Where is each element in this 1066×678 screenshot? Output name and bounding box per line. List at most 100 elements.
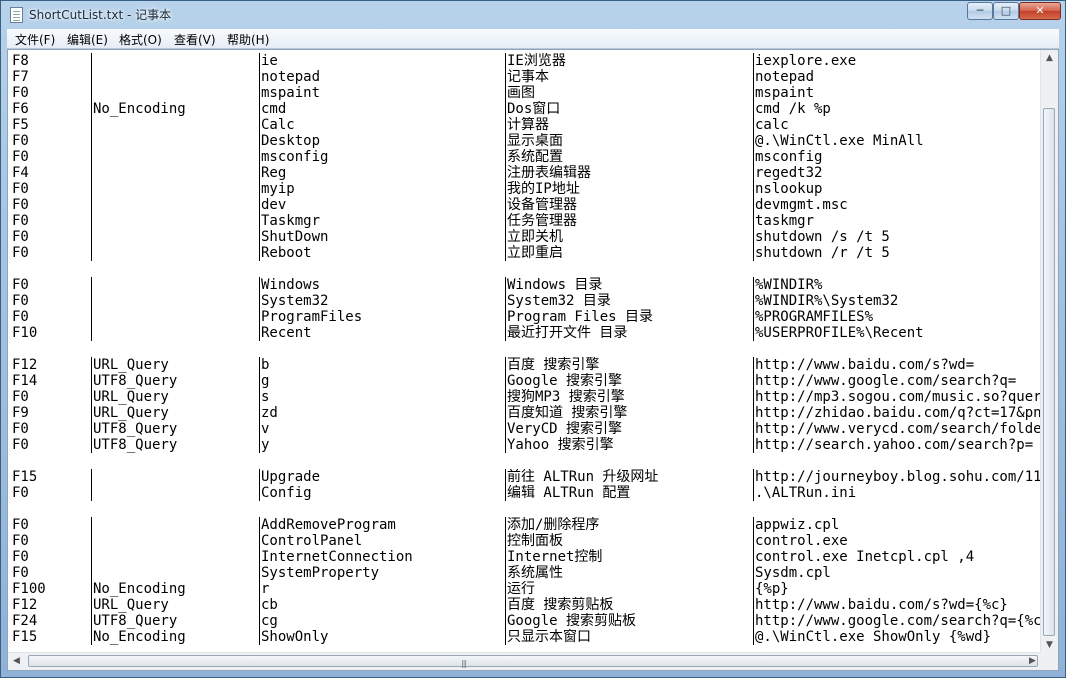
text-line[interactable]: F0 InternetConnection Internet控制 control.ex… [12, 549, 1042, 565]
text-line[interactable]: F0 ShutDown 立即关机 shutdown /s /t 5 [12, 229, 1042, 245]
text-line[interactable]: F0 System32 System32 目录 %WINDIR%\System32 [12, 293, 1042, 309]
line-hotkey: F0 [12, 229, 29, 245]
text-line[interactable]: F12 URL_Query b 百度 搜索引擎 http://www.baidu.com… [12, 357, 1042, 373]
horizontal-scrollbar[interactable]: ◀ ||| ▶ [8, 652, 1041, 670]
line-shortcut: Recent [259, 325, 506, 341]
notepad-app-icon[interactable] [10, 7, 23, 23]
blank-line[interactable] [12, 501, 1042, 517]
menu-edit[interactable]: 编辑(E) [67, 31, 108, 48]
line-description: 编辑 ALTRun 配置 [505, 485, 752, 501]
line-shortcut: g [259, 373, 506, 389]
text-line[interactable]: F15 No_Encoding ShowOnly 只显示本窗口 @.\WinCtl.ex… [12, 629, 1042, 645]
text-line[interactable]: F7 notepad 记事本 notepad [12, 69, 1042, 85]
menu-view[interactable]: 查看(V) [174, 31, 216, 48]
maximize-button[interactable]: □ [993, 2, 1019, 20]
text-line[interactable]: F0 myip 我的IP地址 nslookup [12, 181, 1042, 197]
text-line[interactable]: F9 URL_Query zd 百度知道 搜索引擎 http://zhidao.baid… [12, 405, 1042, 421]
vertical-scroll-thumb[interactable] [1043, 108, 1055, 636]
text-line[interactable]: F0 mspaint 画图 mspaint [12, 85, 1042, 101]
text-line[interactable]: F0 SystemProperty 系统属性 Sysdm.cpl [12, 565, 1042, 581]
minimize-button[interactable]: ─ [967, 2, 993, 20]
menu-bar: 文件(F) 编辑(E) 格式(O) 查看(V) 帮助(H) [7, 29, 1059, 49]
text-line[interactable]: F0 Desktop 显示桌面 @.\WinCtl.exe MinAll [12, 133, 1042, 149]
line-encoding [91, 53, 260, 69]
line-hotkey: F0 [12, 533, 29, 549]
line-encoding [91, 325, 260, 341]
text-line[interactable]: F0 AddRemoveProgram 添加/删除程序 appwiz.cpl [12, 517, 1042, 533]
line-command: control.exe [753, 533, 1042, 549]
line-description: 立即重启 [505, 245, 752, 261]
text-line[interactable]: F4 Reg 注册表编辑器 regedt32 [12, 165, 1042, 181]
vertical-scrollbar[interactable]: ▲ ▼ [1040, 50, 1058, 654]
line-shortcut: InternetConnection [259, 549, 506, 565]
line-shortcut: System32 [259, 293, 506, 309]
line-description: 画图 [505, 85, 752, 101]
line-hotkey: F0 [12, 549, 29, 565]
line-shortcut: notepad [259, 69, 506, 85]
text-line[interactable]: F0 Taskmgr 任务管理器 taskmgr [12, 213, 1042, 229]
blank-line[interactable] [12, 261, 1042, 277]
line-description: 百度知道 搜索引擎 [505, 405, 752, 421]
text-line[interactable]: F8 ie IE浏览器 iexplore.exe [12, 53, 1042, 69]
line-shortcut: Upgrade [259, 469, 506, 485]
blank-line[interactable] [12, 453, 1042, 469]
line-shortcut: Config [259, 485, 506, 501]
line-hotkey: F0 [12, 421, 29, 437]
text-line[interactable]: F14 UTF8_Query g Google 搜索引擎 http://www.goog… [12, 373, 1042, 389]
line-encoding [91, 565, 260, 581]
line-command: nslookup [753, 181, 1042, 197]
line-encoding: URL_Query [91, 597, 260, 613]
line-shortcut: Reg [259, 165, 506, 181]
text-line[interactable]: F0 Config 编辑 ALTRun 配置 .\ALTRun.ini [12, 485, 1042, 501]
text-line[interactable]: F10 Recent 最近打开文件 目录 %USERPROFILE%\Recent [12, 325, 1042, 341]
text-content[interactable]: F8 ie IE浏览器 iexplore.exe F7 notepad 记事本 notepad… [12, 53, 1042, 653]
horizontal-scroll-thumb[interactable]: ||| [28, 655, 1038, 668]
text-line[interactable]: F5 Calc 计算器 calc [12, 117, 1042, 133]
text-line[interactable]: F0 UTF8_Query y Yahoo 搜索引擎 http://search.yah… [12, 437, 1042, 453]
line-shortcut: b [259, 357, 506, 373]
notepad-window: ShortCutList.txt - 记事本 ─ □ ✕ 文件(F) 编辑(E)… [0, 0, 1066, 678]
line-shortcut: Calc [259, 117, 506, 133]
line-encoding: URL_Query [91, 389, 260, 405]
menu-file[interactable]: 文件(F) [15, 31, 55, 48]
text-line[interactable]: F6 No_Encoding cmd Dos窗口 cmd /k %p [12, 101, 1042, 117]
line-hotkey: F9 [12, 405, 29, 421]
line-description: 控制面板 [505, 533, 752, 549]
line-description: Google 搜索剪贴板 [505, 613, 752, 629]
close-button[interactable]: ✕ [1019, 2, 1061, 20]
line-command: msconfig [753, 149, 1042, 165]
blank-line[interactable] [12, 341, 1042, 357]
line-shortcut: ProgramFiles [259, 309, 506, 325]
scroll-left-icon[interactable]: ◀ [8, 653, 25, 670]
line-command: http://www.google.com/search?q={%c} [753, 613, 1042, 629]
line-shortcut: Reboot [259, 245, 506, 261]
text-line[interactable]: F0 msconfig 系统配置 msconfig [12, 149, 1042, 165]
line-hotkey: F0 [12, 181, 29, 197]
text-line[interactable]: F12 URL_Query cb 百度 搜索剪贴板 http://www.baidu.c… [12, 597, 1042, 613]
line-hotkey: F0 [12, 485, 29, 501]
text-line[interactable]: F0 dev 设备管理器 devmgmt.msc [12, 197, 1042, 213]
text-line[interactable]: F0 URL_Query s 搜狗MP3 搜索引擎 http://mp3.sogou.c… [12, 389, 1042, 405]
line-command: taskmgr [753, 213, 1042, 229]
text-line[interactable]: F24 UTF8_Query cg Google 搜索剪贴板 http://www.go… [12, 613, 1042, 629]
scrollbar-corner [1041, 653, 1058, 670]
menu-help[interactable]: 帮助(H) [227, 31, 269, 48]
text-line[interactable]: F0 UTF8_Query v VeryCD 搜索引擎 http://www.veryc… [12, 421, 1042, 437]
text-line[interactable]: F0 ProgramFiles Program Files 目录 %PROGRAMFI… [12, 309, 1042, 325]
text-line[interactable]: F0 Reboot 立即重启 shutdown /r /t 5 [12, 245, 1042, 261]
text-line[interactable]: F15 Upgrade 前往 ALTRun 升级网址 http://journeybo… [12, 469, 1042, 485]
line-encoding: UTF8_Query [91, 437, 260, 453]
text-editor[interactable]: F8 ie IE浏览器 iexplore.exe F7 notepad 记事本 notepad… [7, 49, 1059, 671]
scroll-right-icon[interactable]: ▶ [1024, 653, 1041, 670]
scroll-down-icon[interactable]: ▼ [1041, 637, 1058, 654]
title-bar[interactable]: ShortCutList.txt - 记事本 ─ □ ✕ [1, 1, 1065, 29]
text-line[interactable]: F0 ControlPanel 控制面板 control.exe [12, 533, 1042, 549]
text-line[interactable]: F100 No_Encoding r 运行 {%p} [12, 581, 1042, 597]
line-command: iexplore.exe [753, 53, 1042, 69]
line-hotkey: F0 [12, 517, 29, 533]
line-shortcut: Desktop [259, 133, 506, 149]
scroll-up-icon[interactable]: ▲ [1041, 50, 1058, 67]
menu-format[interactable]: 格式(O) [119, 31, 162, 48]
window-title: ShortCutList.txt - 记事本 [29, 8, 172, 22]
text-line[interactable]: F0 Windows Windows 目录 %WINDIR% [12, 277, 1042, 293]
